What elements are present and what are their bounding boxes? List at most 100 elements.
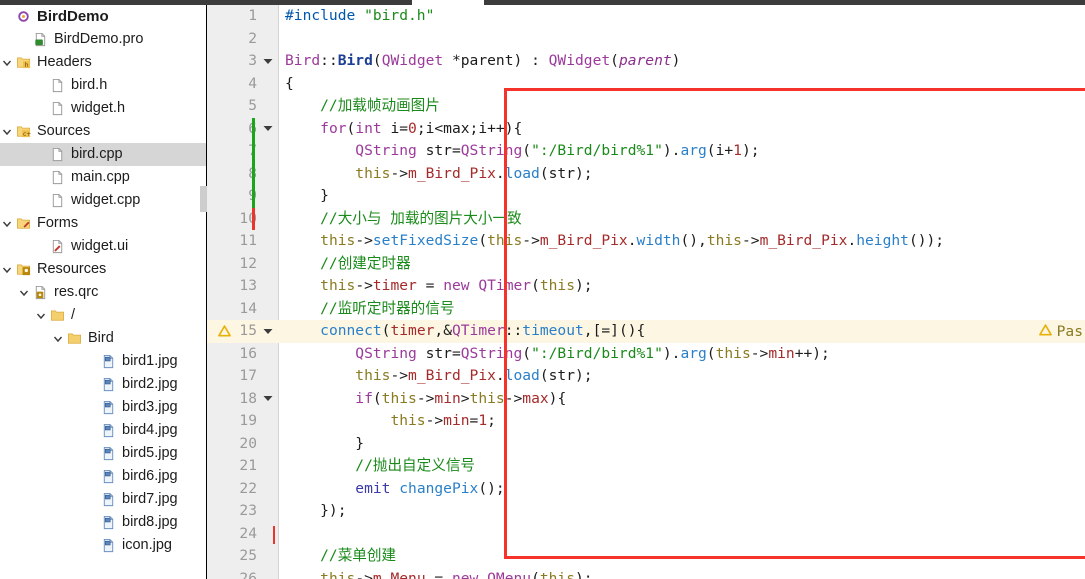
panel-resize-handle[interactable] [200,186,207,212]
project-tree[interactable]: BirdDemo BirdDemo.pro h Headers bird.h widget… [0,5,207,557]
tree-item-[interactable]: / [0,304,207,327]
tree-item-bird[interactable]: Bird [0,327,207,350]
tree-item-res-qrc[interactable]: res.qrc [0,281,207,304]
code-token: //抛出自定义信号 [285,457,476,474]
code-token: int [355,119,382,137]
code-line[interactable]: 12 //创建定时器 [207,253,1085,276]
image-icon [99,423,117,438]
tree-item-bird6-jpg[interactable]: bird6.jpg [0,465,207,488]
code-line[interactable]: 8 this->m_Bird_Pix.load(str); [207,163,1085,186]
code-line[interactable]: 4{ [207,73,1085,96]
tree-item-bird4-jpg[interactable]: bird4.jpg [0,419,207,442]
line-number: 3 [248,52,257,69]
code-token: (); [478,479,505,497]
code-token: this [487,232,523,249]
line-number: 16 [239,344,257,362]
tree-item-birddemo-pro[interactable]: BirdDemo.pro [0,28,207,51]
code-line[interactable]: 17 this->m_Bird_Pix.load(str); [207,365,1085,388]
project-tree-panel[interactable]: BirdDemo BirdDemo.pro h Headers bird.h widget… [0,0,207,579]
chevron-down-icon[interactable] [0,265,14,275]
tree-item-sources[interactable]: c+ Sources [0,120,207,143]
code-line[interactable]: 6 for(int i=0;i<max;i++){ [207,118,1085,141]
tree-item-bird1-jpg[interactable]: bird1.jpg [0,350,207,373]
tree-item-birddemo[interactable]: BirdDemo [0,5,207,28]
code-line[interactable]: 19 this->min=1; [207,410,1085,433]
code-line[interactable]: 7 QString str=QString(":/Bird/bird%1").a… [207,140,1085,163]
code-line[interactable]: 21 //抛出自定义信号 [207,455,1085,478]
chevron-down-icon[interactable] [0,58,14,68]
code-line[interactable]: 10 //大小与 加载的图片大小一致 [207,208,1085,231]
code-line[interactable]: 2 [207,28,1085,51]
code-line[interactable]: 13 this->timer = new QTimer(this); [207,275,1085,298]
code-token: -> [355,232,373,249]
code-token: ()); [908,232,945,249]
tree-item-headers[interactable]: h Headers [0,51,207,74]
code-line[interactable]: 18 if(this->min>this->max){ [207,388,1085,411]
tree-item-bird3-jpg[interactable]: bird3.jpg [0,396,207,419]
code-token: ;i<max;i++){ [416,119,523,137]
code-line[interactable]: 15 connect(timer,&QTimer::timeout,[=](){… [207,320,1085,343]
fold-toggle-icon[interactable] [261,118,275,141]
code-lines[interactable]: 1 #include "bird.h" 2 3 Bird::Bird(QWidget *… [207,5,1085,579]
tree-item-widget-ui[interactable]: widget.ui [0,235,207,258]
code-line[interactable]: 20 } [207,433,1085,456]
tree-item-label: bird.h [71,77,108,93]
code-line[interactable]: 23 }); [207,500,1085,523]
tree-item-bird5-jpg[interactable]: bird5.jpg [0,442,207,465]
code-token: QString [355,344,417,362]
tree-item-label: bird3.jpg [122,399,178,415]
code-token: -> [416,389,435,407]
code-token: ){ [548,389,567,407]
code-token: (str); [539,367,593,384]
code-line[interactable]: 26 this->m_Menu = new QMenu(this); [207,568,1085,579]
image-icon [99,446,117,461]
code-token: ); [575,569,593,579]
tree-item-bird2-jpg[interactable]: bird2.jpg [0,373,207,396]
code-token: ,& [434,322,452,339]
chevron-down-icon[interactable] [17,288,31,298]
line-number: 7 [207,140,257,163]
inline-warning-chip[interactable]: Pas [1038,320,1085,343]
code-line[interactable]: 3 Bird::Bird(QWidget *parent) : QWidget(p… [207,50,1085,73]
tree-item-icon-jpg[interactable]: icon.jpg [0,534,207,557]
fold-toggle-icon[interactable] [261,388,275,411]
tree-item-widget-cpp[interactable]: widget.cpp [0,189,207,212]
tree-item-bird7-jpg[interactable]: bird7.jpg [0,488,207,511]
code-line[interactable]: 5 //加载帧动画图片 [207,95,1085,118]
tree-item-widget-h[interactable]: widget.h [0,97,207,120]
fold-toggle-icon[interactable] [261,50,275,73]
chevron-down-icon[interactable] [34,311,48,321]
tree-item-bird-cpp[interactable]: bird.cpp [0,143,207,166]
code-line[interactable]: 16 QString str=QString(":/Bird/bird%1").… [207,343,1085,366]
code-token: ). [662,344,681,362]
code-line[interactable]: 25 //菜单创建 [207,545,1085,568]
code-token: this [355,367,391,384]
code-line[interactable]: 11 this->setFixedSize(this->m_Bird_Pix.w… [207,230,1085,253]
code-editor[interactable]: 1 #include "bird.h" 2 3 Bird::Bird(QWidget *… [207,0,1085,579]
tree-item-bird8-jpg[interactable]: bird8.jpg [0,511,207,534]
code-text: //大小与 加载的图片大小一致 [285,208,522,231]
chevron-down-icon[interactable] [0,219,14,229]
code-token: . [495,164,505,182]
code-line[interactable]: 24 [207,523,1085,546]
code-line[interactable]: 14 //监听定时器的信号 [207,298,1085,321]
code-line[interactable]: 22 emit changePix(); [207,478,1085,501]
tree-item-resources[interactable]: Resources [0,258,207,281]
tree-item-main-cpp[interactable]: main.cpp [0,166,207,189]
chevron-down-icon[interactable] [0,127,14,137]
tree-item-bird-h[interactable]: bird.h [0,74,207,97]
code-token: //菜单创建 [285,547,397,564]
tree-item-label: bird1.jpg [122,353,178,369]
line-number: 17 [239,367,257,384]
code-line[interactable]: 9 } [207,185,1085,208]
code-token: m_Bird_Pix [539,232,628,249]
code-line[interactable]: 1 #include "bird.h" [207,5,1085,28]
tree-item-forms[interactable]: Forms [0,212,207,235]
code-token: ":/Bird/bird%1" [531,344,663,362]
fold-toggle-icon[interactable] [261,320,275,343]
chevron-down-icon[interactable] [51,334,65,344]
code-token: ; [487,412,496,429]
